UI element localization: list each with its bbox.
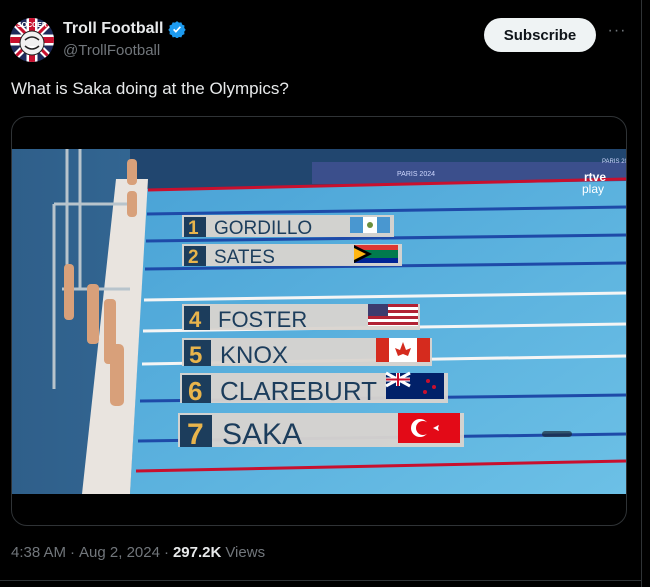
- meta-separator: ·: [163, 544, 169, 561]
- avatar[interactable]: SOCCER: [10, 18, 54, 62]
- views-label: Views: [225, 544, 266, 561]
- banner-text-right: PARIS 2024: [602, 159, 626, 165]
- views-count[interactable]: 297.2K: [173, 544, 221, 561]
- rtve-logo-line2: play: [582, 182, 604, 196]
- flag-south-africa-icon: [354, 245, 398, 263]
- lane-plate-5: 5 KNOX: [182, 338, 432, 369]
- lane-name-7: SAKA: [222, 418, 302, 451]
- media-container[interactable]: PARIS 2024 PARIS 2024: [11, 116, 627, 526]
- avatar-image: SOCCER: [10, 18, 54, 62]
- flag-guatemala-icon: [350, 217, 390, 233]
- tweet-text: What is Saka doing at the Olympics?: [11, 79, 289, 98]
- tweet-metadata: 4:38 AM · Aug 2, 2024 · 297.2K Views: [11, 544, 265, 561]
- name-row: Troll Football: [63, 20, 187, 38]
- verified-badge-icon: [168, 21, 187, 38]
- subscribe-button[interactable]: Subscribe: [484, 18, 596, 52]
- lane-name-2: SATES: [214, 247, 275, 268]
- lane-plate-6: 6 CLAREBURT: [180, 371, 448, 406]
- lane-number-2: 2: [188, 247, 199, 268]
- rtve-play-logo: rtve play: [582, 170, 606, 196]
- divider: [0, 580, 641, 581]
- tweet-header: SOCCER Troll Football @TrollFootball Sub…: [10, 18, 630, 64]
- tweet-time[interactable]: 4:38 AM: [11, 544, 66, 561]
- flag-canada-icon: [376, 338, 430, 362]
- tweet-date[interactable]: Aug 2, 2024: [79, 544, 160, 561]
- lane-number-1: 1: [188, 218, 199, 239]
- handle[interactable]: @TrollFootball: [63, 42, 160, 59]
- flag-turkey-icon: [398, 413, 460, 443]
- banner-text: PARIS 2024: [397, 171, 435, 178]
- flag-usa-icon: [368, 304, 418, 326]
- lane-number-7: 7: [187, 418, 204, 451]
- pool-floor-object: [542, 431, 572, 437]
- display-name[interactable]: Troll Football: [63, 20, 163, 38]
- lane-name-1: GORDILLO: [214, 218, 312, 239]
- video-frame[interactable]: PARIS 2024 PARIS 2024: [12, 149, 626, 494]
- lane-plate-2: 2 SATES: [182, 244, 402, 268]
- timeline-border: [641, 0, 642, 587]
- lane-number-6: 6: [188, 376, 202, 406]
- more-options-icon[interactable]: ···: [606, 23, 628, 44]
- lane-name-4: FOSTER: [218, 307, 307, 332]
- avatar-lettering: SOCCER: [17, 22, 47, 29]
- lane-plate-4: 4 FOSTER: [182, 304, 420, 332]
- lane-name-5: KNOX: [220, 342, 288, 369]
- flag-new-zealand-icon: [385, 371, 444, 399]
- lane-number-5: 5: [189, 342, 202, 369]
- lane-number-4: 4: [189, 307, 202, 332]
- lane-plate-1: 1 GORDILLO: [182, 215, 394, 239]
- meta-separator: ·: [70, 544, 76, 561]
- lane-plate-7: 7 SAKA: [178, 413, 464, 451]
- lane-name-6: CLAREBURT: [220, 376, 377, 406]
